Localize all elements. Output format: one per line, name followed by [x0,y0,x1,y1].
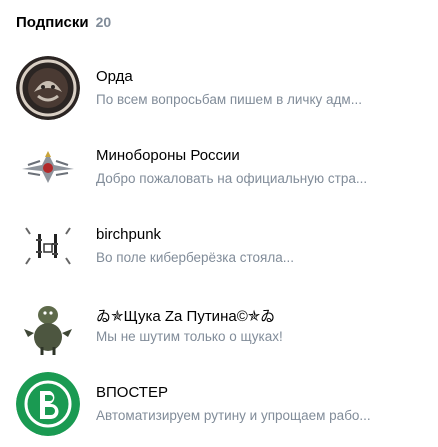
letter-b-logo-icon[interactable] [16,372,80,436]
subscription-description: Добро пожаловать на официальную стра... [96,171,368,186]
birchpunk-logo-icon[interactable] [16,214,80,278]
subscription-item[interactable]: Орда По всем вопросьбам пишем в личку ад… [0,52,438,131]
subscription-description: Мы не шутим только о щуках! [96,329,283,344]
subscription-name[interactable]: ゐ✯Щука Za Путина©✯ゐ [96,305,275,326]
subscription-item[interactable]: ゐ✯Щука Za Путина©✯ゐ Мы не шутим только о… [0,289,438,368]
section-title: Подписки [16,14,89,31]
subscription-name[interactable]: Минобороны России [96,147,240,164]
subscription-name[interactable]: birchpunk [96,226,161,243]
subscription-description: По всем вопросьбам пишем в личку адм... [96,92,362,107]
subscription-name[interactable]: ВПОСТЕР [96,384,168,401]
eagle-emblem-icon[interactable] [16,135,80,199]
subscription-name[interactable]: Орда [96,68,133,85]
subscription-item[interactable]: Минобороны России Добро пожаловать на оф… [0,131,438,210]
subscriptions-count[interactable]: 20 [96,14,112,30]
fish-character-icon[interactable] [16,293,80,357]
subscriptions-header: Подписки 20 [16,14,111,31]
subscriptions-list: Орда По всем вопросьбам пишем в личку ад… [0,52,438,447]
subscription-description: Во поле киберберёзка стояла... [96,250,294,265]
subscription-description: Автоматизируем рутину и упрощаем рабо... [96,408,371,423]
horde-emblem-icon[interactable] [16,56,80,120]
subscription-item[interactable]: birchpunk Во поле киберберёзка стояла... [0,210,438,289]
subscription-item[interactable]: ВПОСТЕР Автоматизируем рутину и упрощаем… [0,368,438,447]
